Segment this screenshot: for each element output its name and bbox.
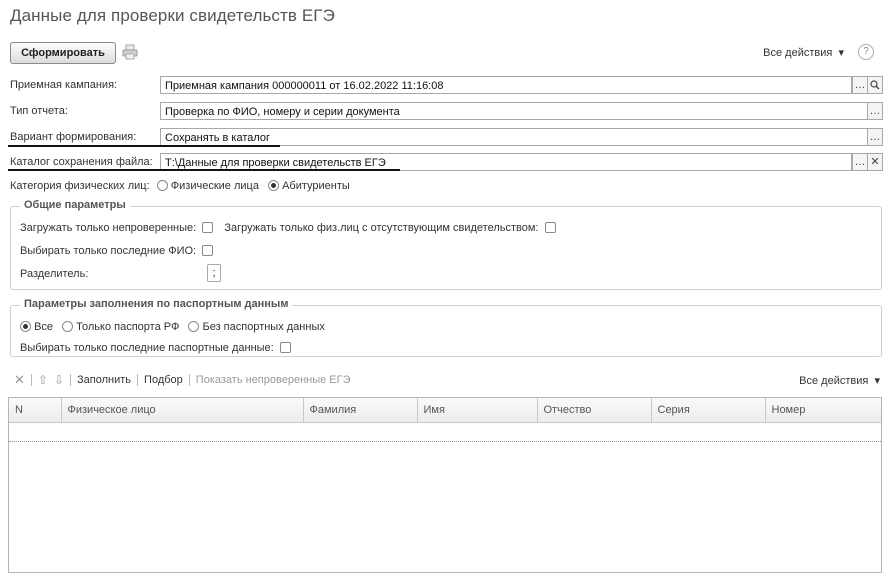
search-icon[interactable] xyxy=(867,76,883,94)
only-last-passport-checkbox[interactable] xyxy=(279,342,291,353)
separator-field[interactable]: ; xyxy=(207,264,221,282)
radio-no-passport-label: Без паспортных данных xyxy=(202,321,325,333)
show-unchecked-button[interactable]: Показать непроверенные ЕГЭ xyxy=(196,374,351,386)
variant-select-button[interactable]: … xyxy=(867,128,883,146)
column-header-patronymic[interactable]: Отчество xyxy=(537,398,652,423)
radio-rf-only[interactable] xyxy=(62,321,74,332)
table-row[interactable] xyxy=(9,423,881,442)
column-header-series[interactable]: Серия xyxy=(651,398,766,423)
all-actions-label: Все действия xyxy=(763,47,833,59)
report-type-field[interactable]: Проверка по ФИО, номеру и серии документ… xyxy=(160,102,868,120)
variant-label: Вариант формирования: xyxy=(10,131,137,143)
table-toolbar: ✕ ⇧ ⇩ Заполнить Подбор Показать непровер… xyxy=(14,372,351,388)
only-last-fio-checkbox[interactable] xyxy=(202,245,214,256)
campaign-field[interactable]: Приемная кампания 000000011 от 16.02.202… xyxy=(160,76,852,94)
common-row-2: Выбирать только последние ФИО: xyxy=(20,245,214,257)
column-header-first-name[interactable]: Имя xyxy=(417,398,538,423)
delete-icon[interactable]: ✕ xyxy=(14,372,25,388)
print-icon[interactable] xyxy=(122,44,138,60)
table-all-actions-menu[interactable]: Все действия ▾ xyxy=(799,374,880,387)
campaign-label: Приемная кампания: xyxy=(10,79,118,91)
toolbar-separator xyxy=(137,374,139,386)
passport-row-2: Выбирать только последние паспортные дан… xyxy=(20,342,291,354)
variant-underline xyxy=(8,145,280,147)
radio-rf-only-label: Только паспорта РФ xyxy=(76,321,180,333)
only-last-fio-label: Выбирать только последние ФИО: xyxy=(20,245,197,257)
column-header-person[interactable]: Физическое лицо xyxy=(61,398,304,423)
radio-physical[interactable] xyxy=(156,180,168,191)
radio-applicants[interactable] xyxy=(268,180,279,191)
report-type-select-button[interactable]: … xyxy=(867,102,883,120)
help-icon[interactable]: ? xyxy=(858,44,874,60)
only-missing-checkbox[interactable] xyxy=(544,222,556,233)
column-header-number[interactable]: Номер xyxy=(765,398,881,423)
only-unchecked-label: Загружать только непроверенные: xyxy=(20,222,197,234)
chevron-down-icon: ▾ xyxy=(835,47,844,59)
category-label: Категория физических лиц: xyxy=(10,180,150,192)
directory-select-button[interactable]: … xyxy=(852,153,868,171)
directory-underline xyxy=(8,169,400,171)
fill-button[interactable]: Заполнить xyxy=(77,374,131,386)
common-params-title: Общие параметры xyxy=(20,199,130,211)
radio-applicants-label: Абитуриенты xyxy=(282,180,350,192)
radio-all-label: Все xyxy=(34,321,54,333)
passport-params-title: Параметры заполнения по паспортным данны… xyxy=(20,298,293,310)
radio-no-passport[interactable] xyxy=(188,321,200,332)
window-title: Данные для проверки свидетельств ЕГЭ xyxy=(10,6,335,25)
separator-label: Разделитель: xyxy=(20,268,89,280)
toolbar-separator xyxy=(30,374,32,386)
move-down-icon[interactable]: ⇩ xyxy=(54,373,64,387)
table-header-row: N Физическое лицо Фамилия Имя Отчество С… xyxy=(9,398,881,423)
variant-field[interactable]: Сохранять в каталог xyxy=(160,128,868,146)
only-unchecked-checkbox[interactable] xyxy=(202,222,214,233)
toolbar-separator xyxy=(70,374,72,386)
category-row: Категория физических лиц: Физические лиц… xyxy=(10,180,350,192)
generate-button[interactable]: Сформировать xyxy=(10,42,116,64)
radio-all[interactable] xyxy=(20,321,31,332)
column-header-last-name[interactable]: Фамилия xyxy=(303,398,418,423)
radio-physical-label: Физические лица xyxy=(170,180,259,192)
select-button[interactable]: Подбор xyxy=(144,374,183,386)
column-header-n[interactable]: N xyxy=(9,398,62,423)
data-table[interactable]: N Физическое лицо Фамилия Имя Отчество С… xyxy=(8,397,882,573)
chevron-down-icon: ▾ xyxy=(871,375,880,387)
passport-radio-row: Все Только паспорта РФ Без паспортных да… xyxy=(20,321,325,333)
table-all-actions-label: Все действия xyxy=(799,375,869,387)
all-actions-menu[interactable]: Все действия ▾ xyxy=(763,46,844,59)
move-up-icon[interactable]: ⇧ xyxy=(38,373,48,387)
report-type-label: Тип отчета: xyxy=(10,105,68,117)
toolbar-separator xyxy=(188,374,190,386)
clear-icon[interactable]: ✕ xyxy=(867,153,883,171)
campaign-select-button[interactable]: … xyxy=(852,76,868,94)
only-missing-label: Загружать только физ.лиц с отсутствующим… xyxy=(224,222,539,234)
common-row-1: Загружать только непроверенные: Загружат… xyxy=(20,222,556,234)
directory-label: Каталог сохранения файла: xyxy=(10,156,153,168)
only-last-passport-label: Выбирать только последние паспортные дан… xyxy=(20,342,274,354)
